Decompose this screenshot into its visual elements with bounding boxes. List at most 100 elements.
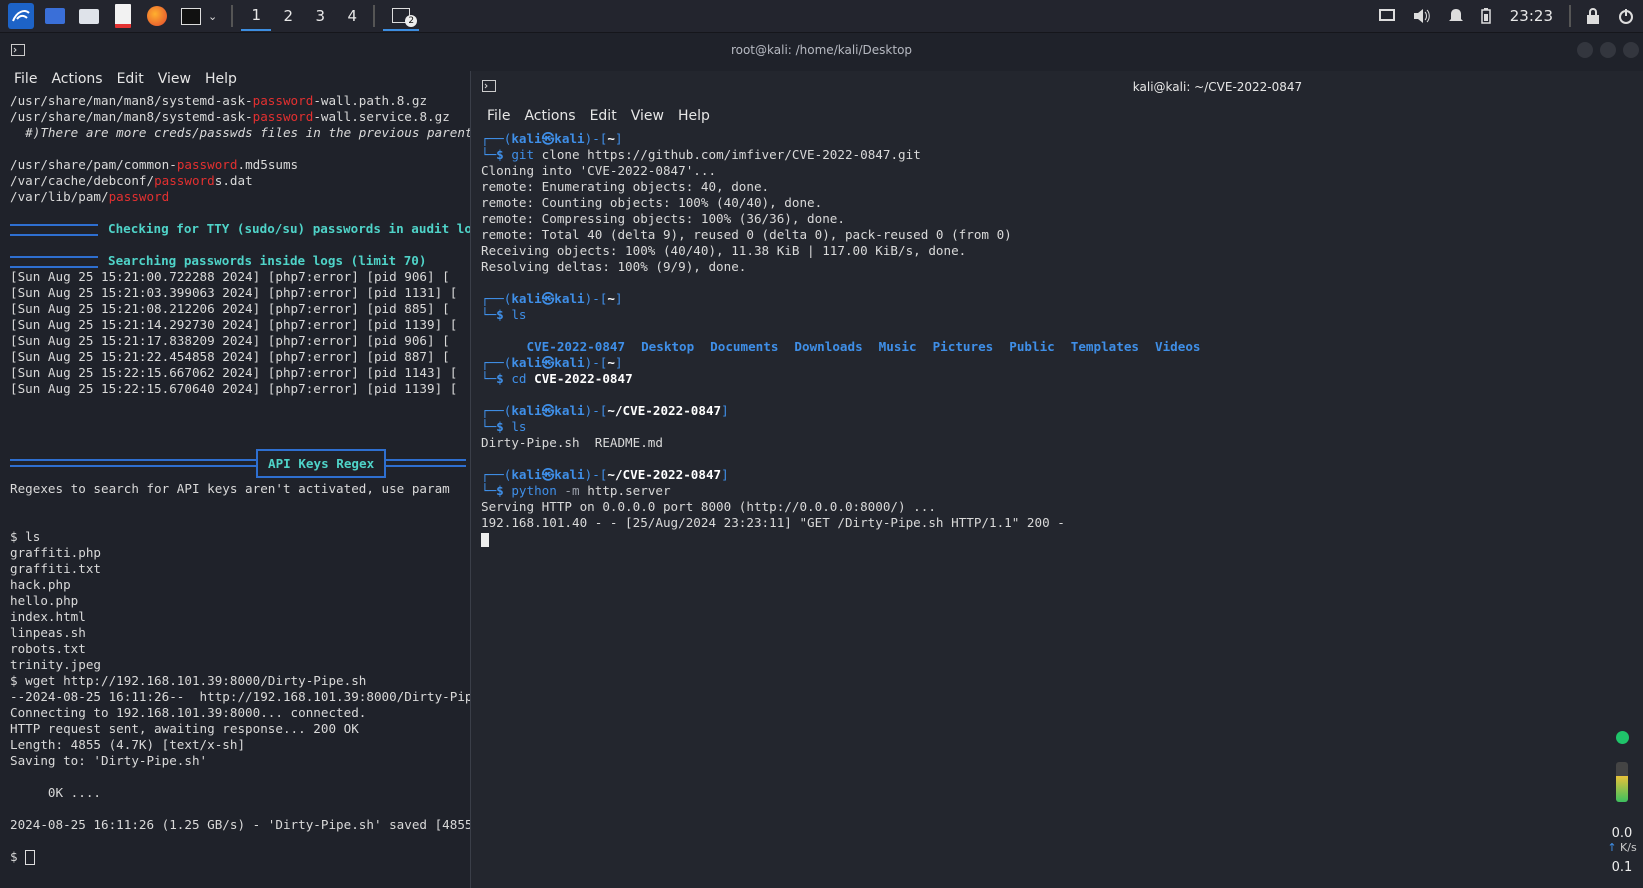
output-line: remote: Compressing objects: 100% (36/36… [481, 211, 845, 226]
terminal-output[interactable]: ┌──(kali㉿kali)-[~] └─$ git clone https:/… [481, 131, 1581, 547]
output-line: Saving to: 'Dirty-Pipe.sh' [10, 753, 208, 768]
text-cursor [481, 532, 489, 547]
dir-entry: Desktop [641, 339, 695, 354]
window-count-badge: 2 [405, 15, 418, 27]
file-entry: hello.php [10, 593, 79, 608]
dir-entry: CVE-2022-0847 [526, 339, 626, 354]
dir-entry: Documents [710, 339, 779, 354]
output-line: Dirty-Pipe.sh README.md [481, 435, 663, 450]
output-line: 0K .... 100% 1.25G=0s [47, 785, 101, 800]
text-editor-icon[interactable] [110, 3, 136, 29]
menu-actions[interactable]: Actions [524, 108, 575, 124]
volume-icon[interactable] [1413, 8, 1431, 24]
prompt-header: ┌──(kali㉿kali)-[~] [481, 131, 623, 146]
minimize-button[interactable] [1577, 42, 1593, 58]
output-line: remote: Enumerating objects: 40, done. [481, 179, 770, 194]
file-entry: robots.txt [10, 641, 86, 656]
notification-bell-icon[interactable] [1448, 8, 1463, 24]
logout-icon[interactable] [1618, 8, 1634, 24]
back-terminal-titlebar[interactable]: root@kali: /home/kali/Desktop [0, 33, 1643, 67]
terminal-icon[interactable] [178, 3, 204, 29]
window-title: root@kali: /home/kali/Desktop [730, 43, 913, 57]
file-entry: graffiti.php [10, 545, 101, 560]
cursor-line[interactable] [481, 531, 1581, 547]
menu-view[interactable]: View [631, 108, 664, 124]
log-line: [Sun Aug 25 15:22:15.667062 2024] [php7:… [10, 365, 458, 380]
file-manager-icon[interactable] [76, 3, 102, 29]
menu-help[interactable]: Help [678, 108, 710, 124]
taskbar-separator [373, 5, 376, 27]
output-line: Connecting to 192.168.101.39:8000... con… [10, 705, 367, 720]
log-line: [Sun Aug 25 15:21:00.722288 2024] [php7:… [10, 269, 450, 284]
command-line: └─$ ls [481, 307, 527, 322]
log-line: [Sun Aug 25 15:21:14.292730 2024] [php7:… [10, 317, 458, 332]
close-button[interactable] [1623, 42, 1639, 58]
prompt-line[interactable]: $ [10, 849, 470, 865]
directory-listing: CVE-2022-0847 Desktop Documents Downloads Mu… [481, 323, 1581, 354]
front-terminal-titlebar[interactable]: kali@kali: ~/CVE-2022-0847 [471, 71, 1643, 103]
workspace-1[interactable]: 1 [241, 1, 272, 31]
terminal-output[interactable]: /usr/share/man/man8/systemd-ask-password… [10, 93, 470, 883]
maximize-button[interactable] [1600, 42, 1616, 58]
arrow-up-icon: ↑ [1607, 841, 1617, 854]
firefox-icon[interactable] [144, 3, 170, 29]
output-line: /usr/share/pam/common-password.md5sums [10, 157, 299, 172]
log-line: [Sun Aug 25 15:21:08.212206 2024] [php7:… [10, 301, 450, 316]
log-line: [Sun Aug 25 15:21:22.454858 2024] [php7:… [10, 349, 450, 364]
menu-file[interactable]: File [14, 71, 37, 87]
output-line: Serving HTTP on 0.0.0.0 port 8000 (http:… [481, 499, 936, 514]
output-line: 192.168.101.40 - - [25/Aug/2024 23:23:11… [481, 515, 1065, 530]
workspace-4[interactable]: 4 [337, 1, 367, 31]
chevron-down-icon[interactable]: ⌄ [208, 10, 217, 23]
workspace-3[interactable]: 3 [305, 1, 335, 31]
dir-entry: Videos [1155, 339, 1201, 354]
net-rate-label: ↑ K/s [1607, 841, 1637, 854]
command-line: $ ls [10, 529, 41, 544]
section-header: Checking for TTY (sudo/su) passwords in … [10, 221, 470, 237]
display-icon[interactable] [1378, 9, 1395, 23]
api-keys-header: API Keys Regex [10, 445, 470, 481]
menu-bar: File Actions Edit View Help [471, 103, 1643, 129]
window-title: kali@kali: ~/CVE-2022-0847 [1132, 80, 1303, 94]
output-line: /var/lib/pam/password [10, 189, 170, 204]
taskbar-terminal-window[interactable]: 2 [383, 1, 420, 31]
menu-help[interactable]: Help [205, 71, 237, 87]
prompt-header: ┌──(kali㉿kali)-[~] [481, 291, 623, 306]
menu-view[interactable]: View [158, 71, 191, 87]
log-line: [Sun Aug 25 15:21:17.838209 2024] [php7:… [10, 333, 450, 348]
front-terminal-window[interactable]: kali@kali: ~/CVE-2022-0847 File Actions … [470, 71, 1643, 888]
log-line: [Sun Aug 25 15:22:15.670640 2024] [php7:… [10, 381, 458, 396]
output-line: --2024-08-25 16:11:26-- http://192.168.1… [10, 689, 470, 704]
clock[interactable]: 23:23 [1510, 7, 1553, 25]
terminal-icon [482, 80, 496, 95]
battery-icon[interactable] [1481, 8, 1491, 24]
show-desktop-icon[interactable] [42, 3, 68, 29]
kali-menu-icon[interactable] [8, 3, 34, 29]
workspace-2[interactable]: 2 [273, 1, 303, 31]
prompt-header: ┌──(kali㉿kali)-[~/CVE-2022-0847] [481, 403, 729, 418]
prompt-header: ┌──(kali㉿kali)-[~/CVE-2022-0847] [481, 467, 729, 482]
menu-actions[interactable]: Actions [51, 71, 102, 87]
lock-icon[interactable] [1586, 8, 1600, 24]
network-monitor: 0.0 ↑ K/s 0.1 [1602, 731, 1642, 875]
taskbar-separator [1569, 5, 1571, 27]
menu-edit[interactable]: Edit [590, 108, 617, 124]
text-cursor [25, 850, 36, 865]
taskbar: ⌄ 1 2 3 4 2 23:23 [0, 0, 1643, 33]
menu-file[interactable]: File [487, 108, 510, 124]
menu-edit[interactable]: Edit [117, 71, 144, 87]
file-entry: index.html [10, 609, 86, 624]
output-line: Length: 4855 (4.7K) [text/x-sh] [10, 737, 246, 752]
terminal-icon [11, 44, 25, 59]
section-header: Searching passwords inside logs (limit 7… [10, 253, 470, 269]
